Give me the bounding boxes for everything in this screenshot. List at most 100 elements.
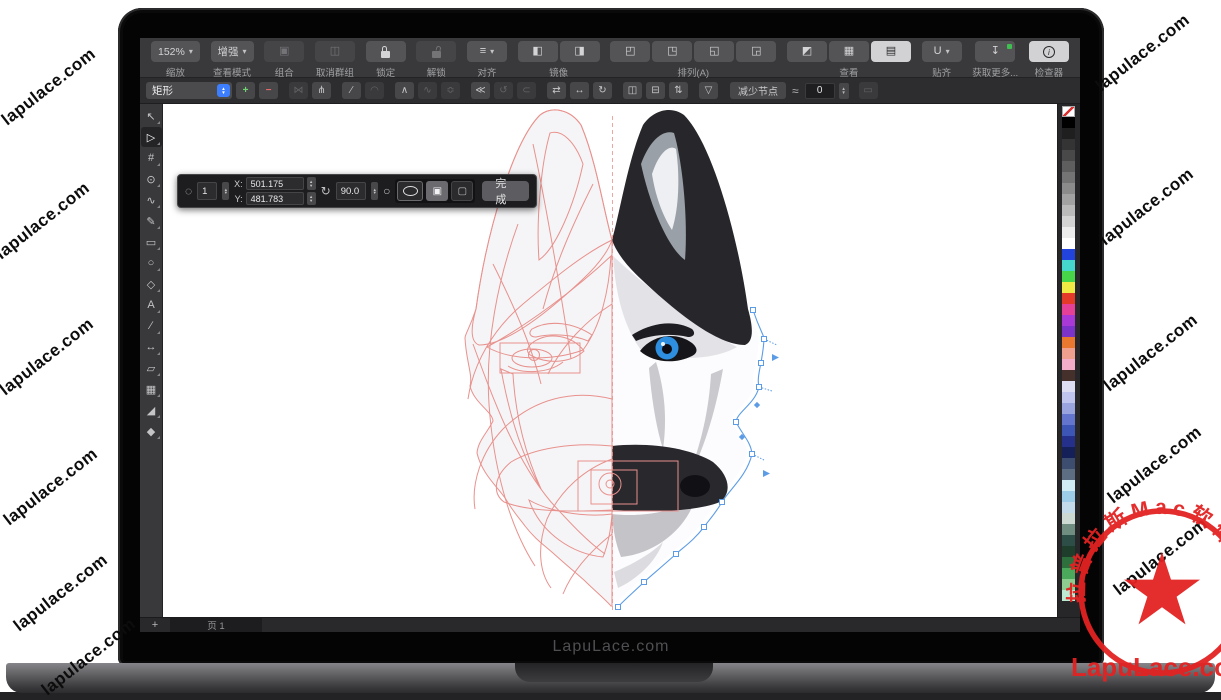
break-node-button[interactable]: ⋔ bbox=[312, 82, 331, 99]
color-swatch[interactable] bbox=[1062, 337, 1075, 348]
view-grid-button[interactable]: ▦ bbox=[829, 41, 869, 62]
smoothness-stepper[interactable] bbox=[839, 83, 849, 99]
color-swatch[interactable] bbox=[1062, 150, 1075, 161]
distribute-nodes-button[interactable]: ⇅ bbox=[669, 82, 688, 99]
color-swatch[interactable] bbox=[1062, 194, 1075, 205]
copies-input[interactable]: 1 bbox=[197, 182, 217, 200]
convert-to-curve-button[interactable]: ◠ bbox=[365, 82, 384, 99]
get-more-button[interactable]: ↧ bbox=[975, 41, 1015, 62]
reverse-direction-button[interactable]: ≪ bbox=[471, 82, 490, 99]
stretch-nodes-button[interactable]: ↔ bbox=[570, 82, 589, 99]
symmetric-node-button[interactable]: ≎ bbox=[441, 82, 460, 99]
color-swatch[interactable] bbox=[1062, 392, 1075, 403]
smooth-node-button[interactable]: ∿ bbox=[418, 82, 437, 99]
copies-stepper[interactable] bbox=[222, 182, 229, 200]
color-swatch[interactable] bbox=[1062, 139, 1075, 150]
lock-button[interactable] bbox=[366, 41, 406, 62]
line-tool[interactable]: ∕ bbox=[141, 316, 162, 336]
pick-tool[interactable]: ↖ bbox=[141, 106, 162, 126]
color-swatch[interactable] bbox=[1062, 216, 1075, 227]
ellipse-mode-button[interactable] bbox=[397, 181, 423, 201]
convert-to-line-button[interactable]: ∕ bbox=[342, 82, 361, 99]
color-swatch[interactable] bbox=[1062, 249, 1075, 260]
align-nodes-vertical-button[interactable]: ⊟ bbox=[646, 82, 665, 99]
text-tool[interactable]: A bbox=[141, 295, 162, 315]
color-swatch[interactable] bbox=[1062, 425, 1075, 436]
color-swatch[interactable] bbox=[1062, 359, 1075, 370]
drawing-canvas[interactable]: ◌ 1 X: 501.175 Y: 481.783 ↻ 90.0 bbox=[163, 104, 1057, 617]
pattern-fill-tool[interactable]: ▦ bbox=[141, 379, 162, 399]
color-swatch[interactable] bbox=[1062, 458, 1075, 469]
color-swatch[interactable] bbox=[1062, 205, 1075, 216]
color-swatch[interactable] bbox=[1062, 117, 1075, 128]
rotate-nodes-button[interactable]: ↻ bbox=[593, 82, 612, 99]
shape-tool[interactable]: ▷ bbox=[141, 127, 162, 147]
color-swatch[interactable] bbox=[1062, 403, 1075, 414]
close-curve-button[interactable]: ↺ bbox=[494, 82, 513, 99]
align-button[interactable]: ≡ bbox=[467, 41, 507, 62]
zoom-tool[interactable]: ⊙ bbox=[141, 169, 162, 189]
color-swatch[interactable] bbox=[1062, 128, 1075, 139]
y-input[interactable]: 481.783 bbox=[246, 192, 304, 205]
reduce-nodes-button[interactable]: 减少节点 bbox=[730, 82, 786, 99]
anchor-mode-button-1[interactable]: ▣ bbox=[426, 181, 448, 201]
color-swatch[interactable] bbox=[1062, 370, 1075, 381]
color-swatch[interactable] bbox=[1062, 183, 1075, 194]
extract-subpath-button[interactable]: ⊂ bbox=[517, 82, 536, 99]
mirror-vertical-button[interactable]: ◨ bbox=[560, 41, 600, 62]
node-type-select[interactable]: 矩形 bbox=[146, 82, 232, 99]
inspector-button[interactable]: i bbox=[1029, 41, 1069, 62]
no-color-swatch[interactable] bbox=[1062, 106, 1075, 117]
cusp-node-button[interactable]: ∧ bbox=[395, 82, 414, 99]
unlock-button[interactable] bbox=[416, 41, 456, 62]
color-swatch[interactable] bbox=[1062, 326, 1075, 337]
zoom-level-dropdown[interactable]: 152% bbox=[151, 41, 200, 62]
arrange-backward-button[interactable]: ◱ bbox=[694, 41, 734, 62]
color-swatch[interactable] bbox=[1062, 282, 1075, 293]
color-swatch[interactable] bbox=[1062, 315, 1075, 326]
color-swatch[interactable] bbox=[1062, 161, 1075, 172]
ungroup-button[interactable]: ◫ bbox=[315, 41, 355, 62]
color-swatch[interactable] bbox=[1062, 348, 1075, 359]
snap-button[interactable]: U bbox=[922, 41, 962, 62]
color-swatch[interactable] bbox=[1062, 238, 1075, 249]
ellipse-tool[interactable]: ○ bbox=[141, 253, 162, 273]
drop-shadow-tool[interactable]: ▱ bbox=[141, 358, 162, 378]
crop-tool[interactable]: # bbox=[141, 148, 162, 168]
align-nodes-horizontal-button[interactable]: ◫ bbox=[623, 82, 642, 99]
anchor-center-icon[interactable]: ○ bbox=[383, 185, 390, 197]
angle-stepper[interactable] bbox=[371, 182, 378, 200]
join-nodes-button[interactable]: ⋈ bbox=[289, 82, 308, 99]
arrange-to-back-button[interactable]: ◲ bbox=[736, 41, 776, 62]
color-swatch[interactable] bbox=[1062, 381, 1075, 392]
rectangle-tool[interactable]: ▭ bbox=[141, 232, 162, 252]
color-swatch[interactable] bbox=[1062, 304, 1075, 315]
x-stepper[interactable] bbox=[307, 177, 316, 190]
eyedropper-tool[interactable]: ◢ bbox=[141, 400, 162, 420]
color-swatch[interactable] bbox=[1062, 260, 1075, 271]
dimension-tool[interactable]: ↔ bbox=[141, 337, 162, 357]
reflect-nodes-button[interactable]: ⇄ bbox=[547, 82, 566, 99]
color-swatch[interactable] bbox=[1062, 271, 1075, 282]
view-rulers-button[interactable]: ◩ bbox=[787, 41, 827, 62]
x-input[interactable]: 501.175 bbox=[246, 177, 304, 190]
smoothness-input[interactable]: 0 bbox=[805, 83, 835, 99]
done-button[interactable]: 完成 bbox=[482, 181, 529, 201]
pen-tool[interactable]: ✎ bbox=[141, 211, 162, 231]
add-node-button[interactable]: + bbox=[236, 82, 255, 99]
color-swatch[interactable] bbox=[1062, 436, 1075, 447]
polygon-tool[interactable]: ◇ bbox=[141, 274, 162, 294]
view-guidelines-button[interactable]: ▤ bbox=[871, 41, 911, 62]
box-select-mode-button[interactable]: ▭ bbox=[859, 82, 878, 99]
add-page-button[interactable]: + bbox=[140, 618, 170, 632]
arrange-forward-button[interactable]: ◳ bbox=[652, 41, 692, 62]
color-swatch[interactable] bbox=[1062, 447, 1075, 458]
elastic-mode-button[interactable]: ▽ bbox=[699, 82, 718, 99]
arrange-to-front-button[interactable]: ◰ bbox=[610, 41, 650, 62]
color-swatch[interactable] bbox=[1062, 414, 1075, 425]
page-tab[interactable]: 页 1 bbox=[170, 618, 262, 632]
freehand-tool[interactable]: ∿ bbox=[141, 190, 162, 210]
select-stepper[interactable] bbox=[217, 84, 230, 97]
color-swatch[interactable] bbox=[1062, 469, 1075, 480]
color-swatch[interactable] bbox=[1062, 172, 1075, 183]
